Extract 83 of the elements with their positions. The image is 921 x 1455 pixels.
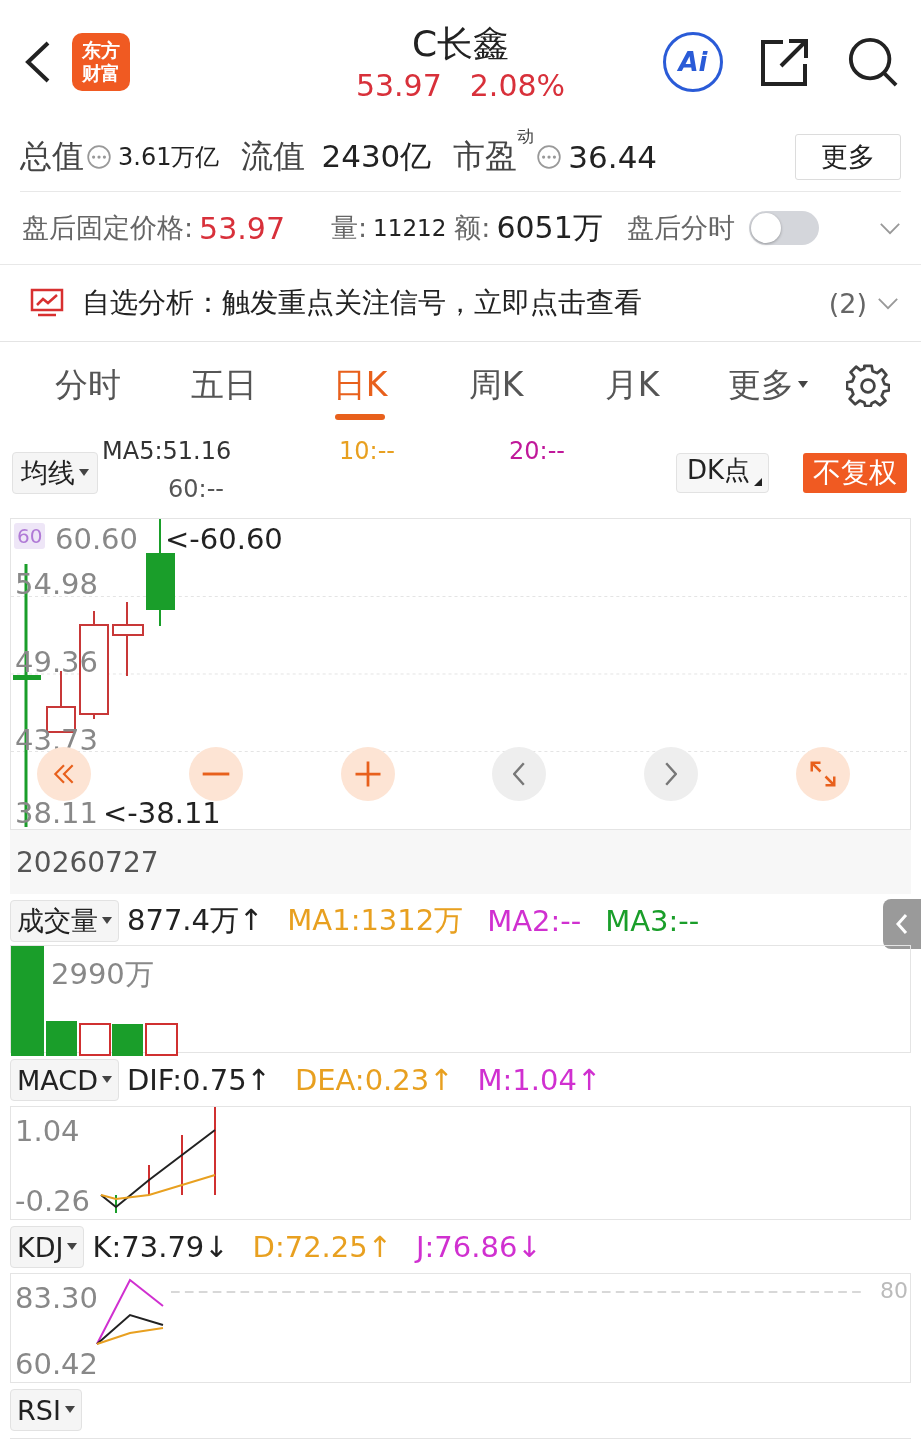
indicator-value: M:1.04↑ [477, 1063, 602, 1097]
price-change: 2.08% [469, 66, 566, 105]
toggle-label: 盘后分时 [626, 211, 735, 245]
zoom-in-button[interactable] [340, 747, 395, 801]
stat-superscript: 动 [517, 125, 535, 148]
moving-average-value: 60:-- [167, 474, 225, 505]
more-button[interactable]: 更多 [795, 134, 901, 180]
indicator-value: K:73.79↓ [92, 1230, 229, 1264]
ma-selector[interactable]: 均线 [12, 452, 98, 494]
signal-count: (2) [828, 287, 867, 319]
indicator-value: D:72.25↑ [252, 1230, 392, 1264]
info-icon[interactable] [86, 144, 112, 170]
chevron-left-icon [513, 762, 526, 786]
indicator-value: MA3:-- [605, 904, 700, 938]
chart-monitor-icon [30, 288, 64, 318]
indicator-value: 877.4万↑ [127, 902, 264, 939]
info-icon[interactable] [536, 144, 563, 170]
chart-date: 20260727 [16, 845, 159, 879]
caret-icon [101, 1076, 112, 1084]
after-hours-label: 盘后固定价格: [22, 211, 194, 245]
volume-axis-label: 2990万 [51, 958, 154, 990]
caret-icon [102, 917, 112, 925]
amount-value: 6051万 [496, 208, 603, 247]
indicator-value: MA1:1312万 [287, 902, 464, 939]
stock-price: 53.97 [355, 66, 442, 105]
indicator-selector[interactable]: MACD [10, 1059, 119, 1101]
ai-button[interactable]: Ai [663, 31, 723, 92]
after-hours-price: 53.97 [199, 210, 285, 246]
minus-icon [201, 772, 230, 776]
stock-name: C长鑫 [411, 21, 510, 66]
moving-average-value: 10:-- [339, 436, 396, 467]
indicator-value: DIF:0.75↑ [126, 1063, 271, 1097]
stat-label: 市盈 [453, 137, 518, 177]
price-axis-label: 60.60 [55, 523, 139, 555]
indicator-value: MA2:-- [487, 904, 582, 938]
period-tab[interactable]: 周K [428, 350, 564, 420]
stat-label: 总值 [20, 136, 84, 177]
stat-value: 3.61万亿 [118, 142, 220, 173]
corner-triangle-icon [754, 478, 762, 486]
high-price-marker: <-60.60 [165, 523, 283, 555]
period-tab[interactable]: 月K [564, 350, 700, 420]
fullscreen-button[interactable] [796, 747, 850, 801]
app-logo: 东方 财富 [72, 32, 130, 91]
period-tab[interactable]: 分时 [20, 350, 156, 420]
caret-icon [798, 381, 808, 389]
stat-value: 2430亿 [321, 137, 432, 176]
analysis-message[interactable]: 自选分析：触发重点关注信号，立即点击查看 [82, 284, 642, 322]
caret-icon [64, 1406, 75, 1414]
period-badge: 60 [14, 523, 46, 549]
macd-axis-label: -0.26 [15, 1185, 91, 1217]
reference-level-label: 80 [880, 1278, 908, 1303]
moving-average-value: MA5:51.16 [102, 436, 233, 467]
settings-icon[interactable] [846, 363, 890, 407]
search-icon[interactable] [847, 35, 899, 88]
expand-icon [808, 759, 838, 789]
low-price-marker: <-38.11 [103, 797, 221, 829]
period-tab[interactable]: 五日 [156, 350, 292, 420]
indicator-selector[interactable]: RSI [10, 1389, 82, 1431]
indicator-selector[interactable]: KDJ [10, 1226, 85, 1268]
moving-average-value: 20:-- [509, 436, 566, 467]
chevron-down-icon[interactable] [879, 221, 901, 235]
caret-icon [67, 1243, 78, 1251]
period-tab[interactable]: 更多 [700, 350, 836, 420]
kdj-axis-label: 83.30 [15, 1282, 99, 1314]
stat-value: 36.44 [568, 139, 658, 175]
dk-point-button[interactable]: DK点 [675, 453, 769, 493]
caret-icon [79, 469, 89, 477]
kdj-lines-drawing [95, 1278, 165, 1348]
kdj-axis-label: 60.42 [15, 1348, 99, 1380]
chevron-down-icon[interactable] [877, 296, 899, 310]
amount-label: 额: [454, 211, 491, 245]
chevron-right-icon [665, 762, 678, 786]
chevron-left-icon [895, 913, 909, 935]
volume-label: 量: [331, 211, 368, 245]
indicator-value: J:76.86↓ [416, 1230, 542, 1264]
collapse-tab[interactable] [883, 899, 921, 949]
volume-value: 11212 [373, 215, 447, 241]
indicator-value: DEA:0.23↑ [294, 1063, 454, 1097]
indicator-selector[interactable]: 成交量 [10, 900, 119, 942]
macd-axis-label: 1.04 [15, 1115, 80, 1147]
after-hours-toggle[interactable] [748, 211, 819, 245]
stat-label: 流值 [241, 136, 306, 177]
zoom-out-button[interactable] [188, 747, 243, 801]
